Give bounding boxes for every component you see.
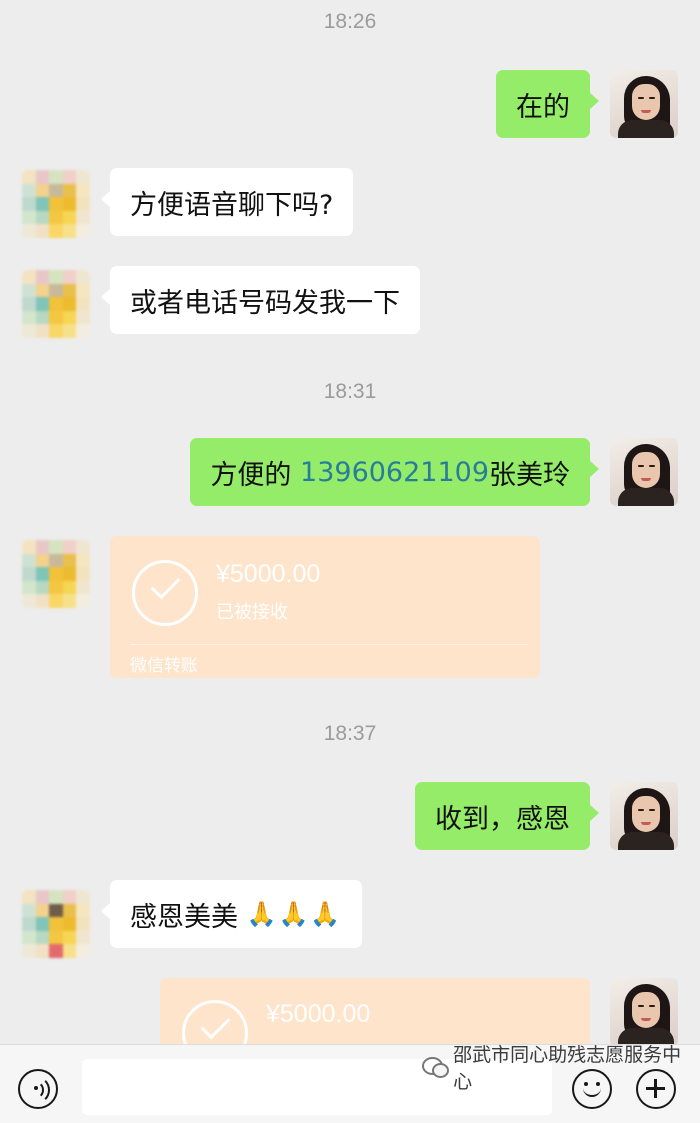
received-message-bubble[interactable]: 感恩美美 🙏🙏🙏: [100, 880, 363, 948]
watermark: 邵武市同心助残志愿服务中心: [422, 1044, 692, 1093]
contact-avatar[interactable]: [22, 170, 90, 238]
message-text: 感恩美美: [130, 901, 247, 933]
contact-avatar[interactable]: [22, 540, 90, 608]
sent-message-bubble[interactable]: 在的: [496, 70, 599, 138]
message-text: 方便语音聊下吗?: [130, 189, 334, 221]
received-message-bubble[interactable]: 或者电话号码发我一下: [101, 266, 420, 334]
self-avatar[interactable]: [610, 438, 678, 506]
message-text: 收到，感恩: [435, 803, 570, 835]
message-text: 张美玲: [489, 459, 570, 491]
wechat-icon: [422, 1057, 449, 1078]
timestamp: 18:26: [323, 10, 377, 33]
transfer-amount: ¥5000.00: [216, 560, 321, 588]
phone-number-link[interactable]: 13960621109: [300, 457, 489, 488]
transfer-amount: ¥5000.00: [266, 1000, 371, 1028]
message-text: 方便的: [210, 459, 301, 491]
timestamp: 18:31: [323, 380, 377, 403]
contact-avatar[interactable]: [22, 270, 90, 338]
contact-avatar[interactable]: [22, 890, 90, 958]
divider: [130, 644, 528, 645]
transfer-card[interactable]: ¥5000.00: [160, 978, 590, 1044]
check-icon: [132, 560, 198, 626]
self-avatar[interactable]: [610, 70, 678, 138]
self-avatar[interactable]: [610, 782, 678, 850]
message-text: 在的: [516, 91, 570, 123]
sent-message-bubble[interactable]: 方便的 13960621109 张美玲: [190, 438, 599, 506]
transfer-card[interactable]: ¥5000.00 已被接收 微信转账: [110, 536, 540, 678]
watermark-text: 邵武市同心助残志愿服务中心: [453, 1044, 682, 1093]
message-text: 或者电话号码发我一下: [130, 287, 400, 319]
check-icon: [182, 1000, 248, 1044]
pray-emoji: 🙏🙏🙏: [246, 900, 343, 928]
timestamp: 18:37: [323, 722, 377, 745]
transfer-status: 已被接收: [216, 602, 288, 623]
chat-area: 18:26 在的 方便语音聊下吗? 或者电话号码发我一下 18:31 方便的 1…: [0, 0, 700, 1044]
voice-input-icon[interactable]: [18, 1069, 58, 1109]
sent-message-bubble[interactable]: 收到，感恩: [415, 782, 599, 850]
transfer-brand-label: 微信转账: [130, 656, 198, 676]
self-avatar[interactable]: [610, 978, 678, 1044]
received-message-bubble[interactable]: 方便语音聊下吗?: [100, 168, 354, 236]
